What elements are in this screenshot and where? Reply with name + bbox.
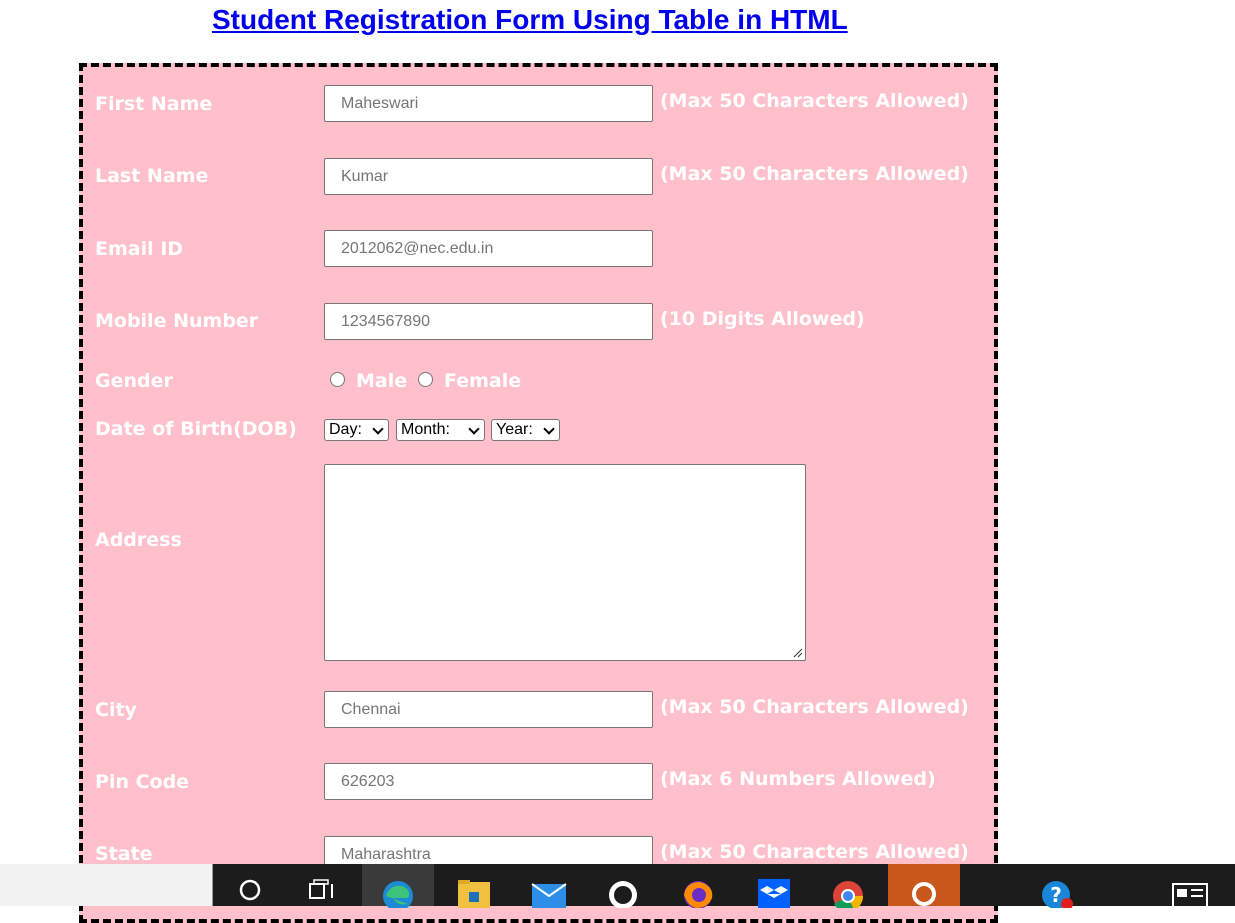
mobile-label: Mobile Number — [95, 310, 259, 332]
pin-code-label: Pin Code — [95, 771, 190, 793]
city-input[interactable] — [324, 691, 653, 728]
state-label: State — [95, 843, 153, 865]
cortana-icon — [239, 879, 261, 901]
pin-code-hint: (Max 6 Numbers Allowed) — [660, 768, 936, 790]
mobile-input[interactable] — [324, 303, 653, 340]
task-view-icon — [309, 879, 333, 899]
help-icon: ? — [1042, 881, 1073, 908]
city-label: City — [95, 699, 137, 721]
dob-year-value: Year: — [496, 421, 533, 438]
dob-year-select[interactable]: Year: — [491, 419, 560, 441]
first-name-label: First Name — [95, 93, 213, 115]
svg-text:?: ? — [1050, 883, 1062, 907]
task-view-button[interactable] — [286, 864, 358, 906]
email-label: Email ID — [95, 238, 184, 260]
edge-button[interactable] — [362, 864, 434, 908]
gender-male-label: Male — [356, 370, 408, 392]
first-name-input[interactable] — [324, 85, 653, 122]
dob-day-select[interactable]: Day: — [324, 419, 389, 441]
dob-day-value: Day: — [329, 421, 362, 438]
firefox-button[interactable] — [662, 864, 734, 908]
file-explorer-button[interactable] — [438, 864, 510, 908]
gender-female-label: Female — [444, 370, 522, 392]
chrome-icon — [833, 881, 864, 908]
cortana-button[interactable] — [214, 864, 286, 906]
city-hint: (Max 50 Characters Allowed) — [660, 696, 969, 718]
last-name-label: Last Name — [95, 165, 209, 187]
dropbox-icon — [758, 879, 790, 908]
gender-female-radio[interactable] — [418, 372, 433, 387]
news-button[interactable] — [1154, 864, 1226, 908]
news-icon — [1172, 883, 1208, 908]
dropbox-button[interactable] — [738, 864, 810, 908]
github-button[interactable] — [587, 864, 659, 908]
chevron-down-icon — [543, 423, 555, 435]
chevron-down-icon — [468, 423, 480, 435]
help-button[interactable]: ? — [1021, 864, 1093, 908]
firefox-icon — [684, 881, 713, 908]
chevron-down-icon — [372, 423, 384, 435]
email-input[interactable] — [324, 230, 653, 267]
address-label: Address — [95, 529, 182, 551]
orange-app-icon — [912, 882, 936, 906]
taskbar-search-box[interactable] — [0, 864, 213, 906]
mail-button[interactable] — [513, 864, 585, 908]
mail-icon — [531, 883, 567, 908]
orange-app-button[interactable] — [888, 864, 960, 906]
github-icon — [609, 881, 637, 908]
page-title[interactable]: Student Registration Form Using Table in… — [212, 4, 848, 36]
edge-icon — [383, 881, 413, 908]
address-textarea[interactable] — [324, 464, 806, 661]
resize-grip-icon[interactable] — [793, 648, 803, 658]
gender-label: Gender — [95, 370, 173, 392]
state-hint: (Max 50 Characters Allowed) — [660, 841, 969, 863]
dob-month-value: Month: — [401, 421, 450, 438]
pin-code-input[interactable] — [324, 763, 653, 800]
last-name-hint: (Max 50 Characters Allowed) — [660, 163, 969, 185]
dob-month-select[interactable]: Month: — [396, 419, 485, 441]
last-name-input[interactable] — [324, 158, 653, 195]
gender-male-radio[interactable] — [330, 372, 345, 387]
first-name-hint: (Max 50 Characters Allowed) — [660, 90, 969, 112]
chrome-button[interactable] — [812, 864, 884, 908]
dob-label: Date of Birth(DOB) — [95, 418, 297, 440]
mobile-hint: (10 Digits Allowed) — [660, 308, 865, 330]
file-explorer-icon — [458, 880, 490, 908]
